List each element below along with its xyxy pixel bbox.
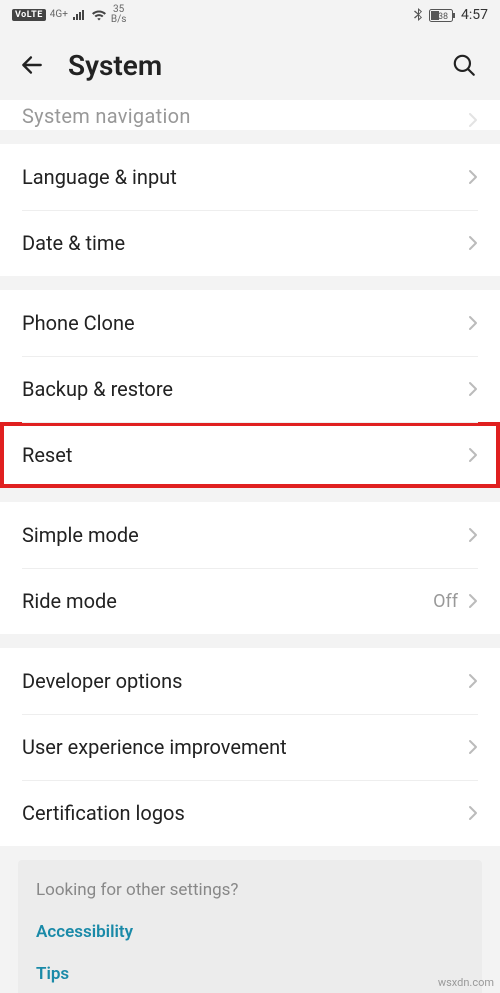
row-label: Ride mode (22, 589, 433, 613)
row-label: Certification logos (22, 801, 468, 825)
chevron-right-icon (468, 112, 478, 128)
row-label: Developer options (22, 669, 468, 693)
net-speed: 35 B/s (111, 5, 127, 25)
row-value: Off (433, 591, 458, 612)
row-label: Date & time (22, 231, 468, 255)
row-label: Simple mode (22, 523, 468, 547)
settings-row-certification-logos[interactable]: Certification logos (0, 780, 500, 846)
status-right: 38 4:57 (414, 7, 488, 23)
status-left: VoLTE 4G+ 35 B/s (12, 5, 126, 25)
network-gen: 4G+ (50, 10, 68, 20)
app-header: System (0, 30, 500, 100)
arrow-left-icon (19, 52, 45, 78)
settings-row-ride-mode[interactable]: Ride modeOff (0, 568, 500, 634)
settings-row-system-navigation[interactable]: System navigation (0, 100, 500, 130)
chevron-right-icon (468, 447, 478, 463)
chevron-right-icon (468, 805, 478, 821)
settings-row-phone-clone[interactable]: Phone Clone (0, 290, 500, 356)
signal-icon (72, 9, 87, 21)
settings-row-reset[interactable]: Reset (0, 422, 500, 488)
settings-group: Language & input Date & time (0, 144, 500, 276)
settings-row-user-experience-improvement[interactable]: User experience improvement (0, 714, 500, 780)
volte-badge: VoLTE (12, 9, 46, 21)
settings-row-language-input[interactable]: Language & input (0, 144, 500, 210)
chevron-right-icon (468, 315, 478, 331)
back-button[interactable] (14, 47, 50, 83)
page-title: System (68, 49, 446, 82)
other-settings-question: Looking for other settings? (36, 880, 464, 900)
row-label: Backup & restore (22, 377, 468, 401)
chevron-right-icon (468, 527, 478, 543)
search-button[interactable] (446, 47, 482, 83)
settings-row-developer-options[interactable]: Developer options (0, 648, 500, 714)
link-tips[interactable]: Tips (36, 964, 464, 984)
search-icon (451, 52, 477, 78)
chevron-right-icon (468, 381, 478, 397)
link-accessibility[interactable]: Accessibility (36, 922, 464, 942)
settings-row-backup-restore[interactable]: Backup & restore (0, 356, 500, 422)
chevron-right-icon (468, 169, 478, 185)
status-bar: VoLTE 4G+ 35 B/s 38 4:57 (0, 0, 500, 30)
settings-group: Phone Clone Backup & restore Reset (0, 290, 500, 488)
settings-row-simple-mode[interactable]: Simple mode (0, 502, 500, 568)
chevron-right-icon (468, 673, 478, 689)
wifi-icon (91, 9, 107, 21)
battery-icon: 38 (429, 9, 455, 22)
settings-group: Developer options User experience improve… (0, 648, 500, 846)
bluetooth-icon (414, 8, 423, 22)
row-label: System navigation (22, 104, 191, 128)
svg-text:38: 38 (438, 12, 448, 22)
watermark: wsxdn.com (438, 976, 494, 989)
chevron-right-icon (468, 235, 478, 251)
chevron-right-icon (468, 739, 478, 755)
row-label: User experience improvement (22, 735, 468, 759)
clock: 4:57 (461, 7, 488, 23)
row-label: Language & input (22, 165, 468, 189)
settings-group: Simple mode Ride modeOff (0, 502, 500, 634)
row-label: Reset (22, 443, 468, 467)
other-settings-card: Looking for other settings? Accessibilit… (18, 860, 482, 993)
settings-row-date-time[interactable]: Date & time (0, 210, 500, 276)
chevron-right-icon (468, 593, 478, 609)
row-label: Phone Clone (22, 311, 468, 335)
